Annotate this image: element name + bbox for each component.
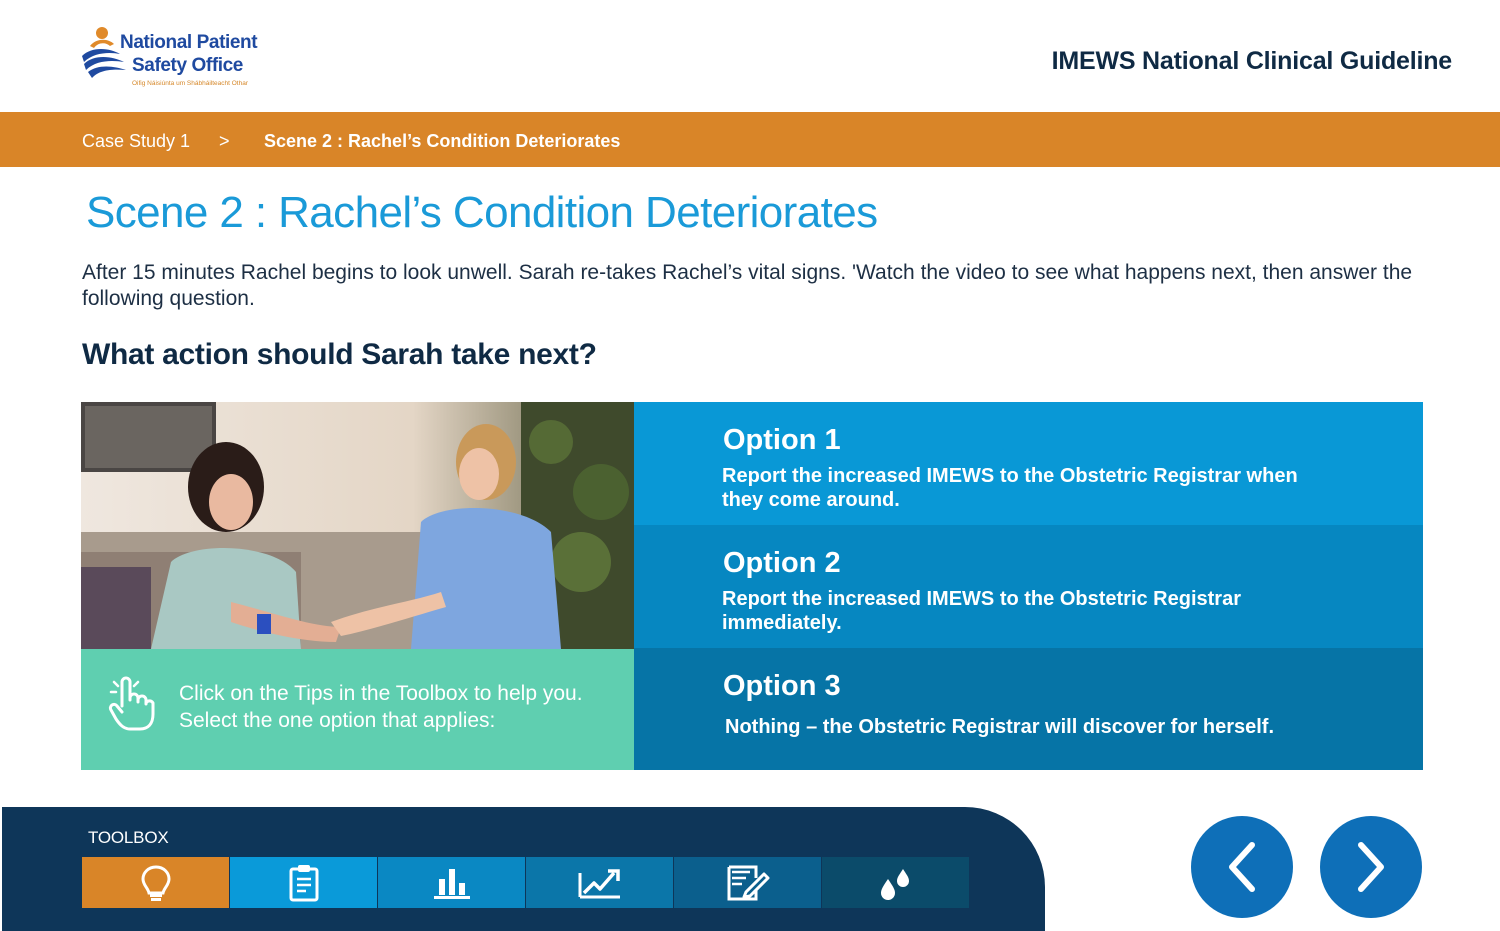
nps-office-logo: National Patient Safety Office Oifig Nái… — [80, 26, 280, 92]
option-1[interactable]: Option 1 Report the increased IMEWS to t… — [634, 402, 1423, 525]
chevron-left-icon — [1229, 842, 1255, 892]
toolbox-tips-button[interactable] — [82, 857, 229, 908]
logo-subtitle: Oifig Náisiúnta um Shábháilteacht Othar — [132, 80, 248, 87]
question-heading: What action should Sarah take next? — [82, 338, 597, 371]
tips-line-1: Click on the Tips in the Toolbox to help… — [179, 682, 583, 705]
lightbulb-icon — [140, 864, 171, 901]
tips-panel: Click on the Tips in the Toolbox to help… — [81, 649, 634, 770]
tips-text: Click on the Tips in the Toolbox to help… — [179, 680, 629, 734]
logo-text-line1: National Patient — [120, 32, 258, 53]
clipboard-icon — [289, 864, 318, 901]
toolbox: TOOLBOX — [2, 807, 1045, 931]
bar-chart-icon — [433, 868, 470, 899]
chevron-right-icon — [1358, 842, 1384, 892]
breadcrumb-case-study[interactable]: Case Study 1 — [82, 131, 190, 152]
toolbox-chart-button[interactable] — [378, 857, 525, 908]
option-2-text: Report the increased IMEWS to the Obstet… — [722, 588, 1241, 634]
guideline-title: IMEWS National Clinical Guideline — [1051, 47, 1453, 75]
scene-photo — [81, 402, 634, 649]
option-3-title: Option 3 — [723, 670, 841, 702]
trend-chart-icon — [578, 868, 620, 898]
option-2[interactable]: Option 2 Report the increased IMEWS to t… — [634, 525, 1423, 648]
drops-icon — [880, 868, 909, 900]
toolbox-clipboard-button[interactable] — [230, 857, 377, 908]
toolbox-label: TOOLBOX — [88, 828, 169, 847]
next-button[interactable] — [1320, 816, 1422, 918]
toolbox-trend-button[interactable] — [526, 857, 673, 908]
toolbox-fluids-button[interactable] — [822, 857, 969, 908]
toolbox-notes-button[interactable] — [674, 857, 821, 908]
previous-button[interactable] — [1191, 816, 1293, 918]
pointing-hand-icon — [108, 676, 155, 731]
intro-text: After 15 minutes Rachel begins to look u… — [82, 261, 1413, 310]
option-1-title: Option 1 — [723, 424, 841, 456]
page-title: Scene 2 : Rachel’s Condition Deteriorate… — [86, 188, 878, 237]
option-1-text: Report the increased IMEWS to the Obstet… — [722, 465, 1298, 511]
option-2-title: Option 2 — [723, 547, 841, 579]
breadcrumb-current-scene: Scene 2 : Rachel’s Condition Deteriorate… — [264, 131, 621, 151]
option-3[interactable]: Option 3 Nothing – the Obstetric Registr… — [634, 648, 1423, 770]
tips-line-2: Select the one option that applies: — [179, 709, 496, 732]
edit-document-icon — [727, 865, 769, 900]
breadcrumb: Case Study 1 > Scene 2 : Rachel’s Condit… — [0, 112, 1500, 167]
logo-text-line2: Safety Office — [132, 55, 243, 76]
breadcrumb-separator: > — [219, 131, 230, 151]
option-3-text: Nothing – the Obstetric Registrar will d… — [725, 716, 1275, 738]
header: National Patient Safety Office Oifig Nái… — [0, 0, 1500, 112]
